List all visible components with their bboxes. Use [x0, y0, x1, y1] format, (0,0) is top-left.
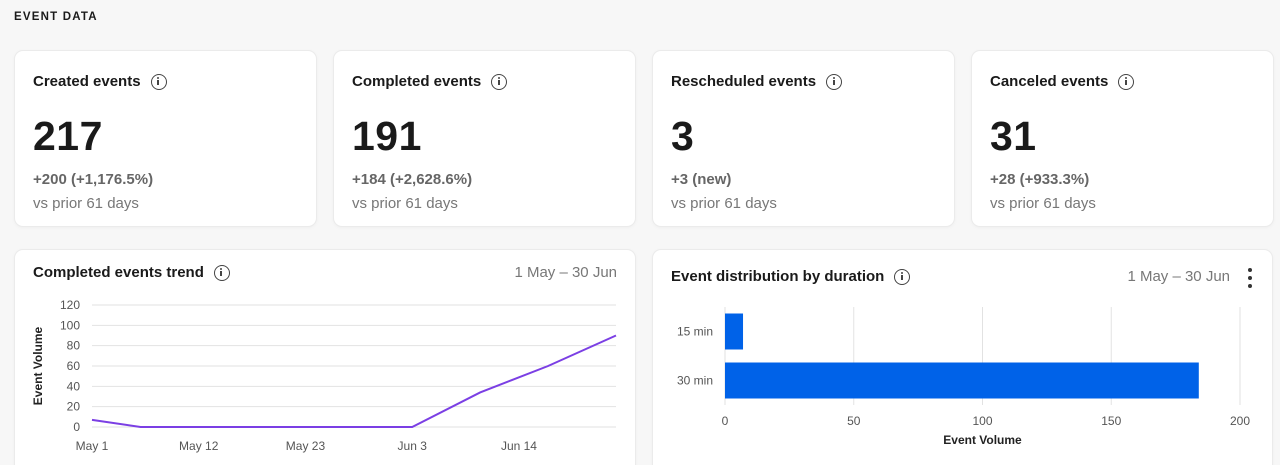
- x-tick-label: 150: [1101, 414, 1121, 428]
- stat-change: +3 (new): [671, 171, 732, 188]
- x-tick-label: 100: [972, 414, 992, 428]
- y-tick-label: 40: [67, 379, 81, 393]
- x-tick-label: 0: [722, 414, 729, 428]
- y-tick-label: 120: [60, 298, 80, 312]
- info-icon[interactable]: [826, 73, 843, 90]
- section-title: EVENT DATA: [14, 11, 98, 23]
- x-tick-label: 200: [1230, 414, 1250, 428]
- stat-label: Rescheduled events: [671, 73, 817, 90]
- stat-value: 217: [33, 113, 103, 159]
- stat-label: Canceled events: [990, 73, 1109, 90]
- bar: [725, 313, 744, 350]
- stat-label: Created events: [33, 73, 141, 90]
- stat-value: 31: [990, 113, 1037, 159]
- x-tick-label: 50: [847, 414, 861, 428]
- y-tick-label: 80: [67, 339, 81, 353]
- y-tick-label: 100: [60, 318, 80, 332]
- category-label: 15 min: [677, 325, 713, 339]
- stat-card-created: Created events 217 +200 (+1,176.5%) vs p…: [15, 51, 316, 226]
- stat-comparison: vs prior 61 days: [352, 195, 458, 212]
- x-tick-label: Jun 3: [398, 439, 428, 453]
- info-icon[interactable]: [491, 73, 508, 90]
- stat-change: +184 (+2,628.6%): [352, 171, 473, 188]
- x-tick-label: May 23: [286, 439, 326, 453]
- trend-chart-card: Completed events trend 1 May – 30 Jun 02…: [15, 250, 635, 465]
- info-icon[interactable]: [1118, 73, 1135, 90]
- stat-card-completed: Completed events 191 +184 (+2,628.6%) vs…: [334, 51, 635, 226]
- stat-value: 191: [352, 113, 422, 159]
- stat-card-rescheduled: Rescheduled events 3 +3 (new) vs prior 6…: [653, 51, 954, 226]
- x-axis-label: Event Volume: [943, 433, 1022, 447]
- stat-change: +200 (+1,176.5%): [33, 171, 154, 188]
- stat-value: 3: [671, 113, 695, 159]
- series-line: [91, 334, 617, 428]
- x-tick-label: May 1: [76, 439, 109, 453]
- info-icon[interactable]: [150, 73, 167, 90]
- line-chart: 0 20 40 60 80 100 120 May 1 May 12 May 23 Jun 3 Jun…: [31, 298, 617, 453]
- stat-change: +28 (+933.3%): [990, 171, 1090, 188]
- y-axis-label: Event Volume: [31, 326, 45, 405]
- stat-comparison: vs prior 61 days: [990, 195, 1096, 212]
- bar-chart: 0 50 100 150 200 Event Volume 15 min 30 min: [677, 307, 1250, 447]
- y-tick-label: 60: [67, 359, 81, 373]
- x-tick-label: May 12: [179, 439, 219, 453]
- stat-comparison: vs prior 61 days: [671, 195, 777, 212]
- x-tick-label: Jun 14: [501, 439, 537, 453]
- distribution-chart-card: Event distribution by duration 1 May – 3…: [653, 250, 1272, 465]
- y-tick-label: 20: [67, 400, 81, 414]
- stat-card-canceled: Canceled events 31 +28 (+933.3%) vs prio…: [972, 51, 1273, 226]
- category-label: 30 min: [677, 374, 713, 388]
- stat-label: Completed events: [352, 73, 482, 90]
- y-tick-label: 0: [73, 420, 80, 434]
- bar: [725, 362, 1199, 399]
- stat-comparison: vs prior 61 days: [33, 195, 139, 212]
